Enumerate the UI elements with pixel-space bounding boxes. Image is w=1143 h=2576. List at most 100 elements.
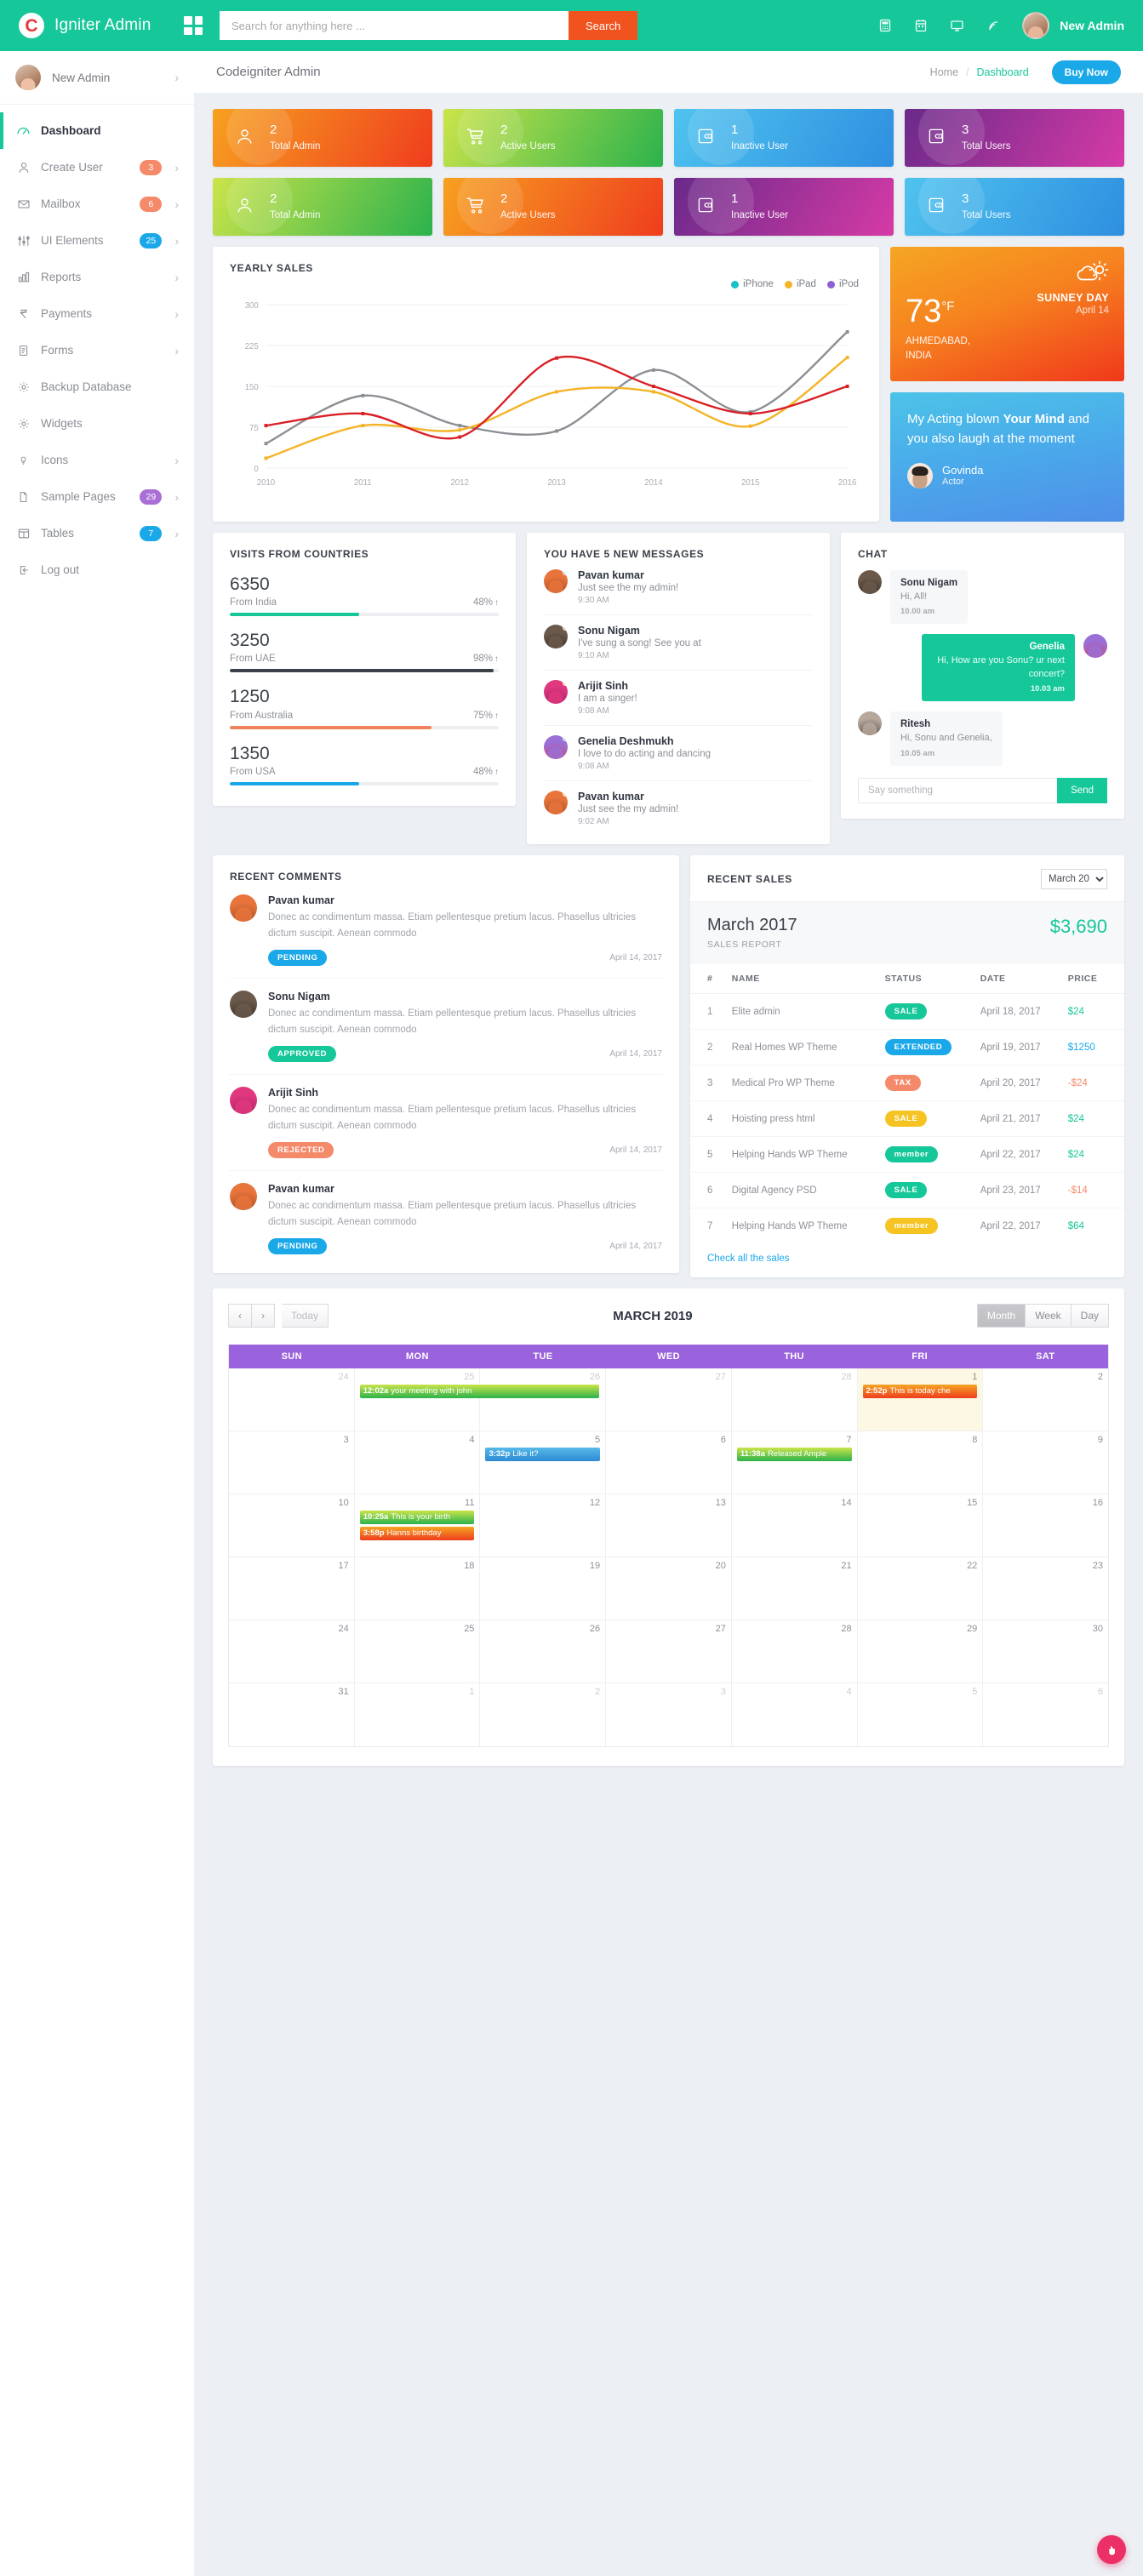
calendar-day-cell[interactable]: 20	[606, 1557, 732, 1619]
calendar-day-cell[interactable]: 18	[355, 1557, 481, 1619]
calendar-day-cell[interactable]: 7 11:38a Released Ample	[732, 1431, 858, 1494]
sidebar-item-mailbox[interactable]: Mailbox 6 ›	[0, 186, 194, 222]
stat-card[interactable]: 2 Total Admin	[213, 109, 432, 167]
calendar-day-cell[interactable]: 6	[606, 1431, 732, 1494]
calendar-day-cell[interactable]: 9	[983, 1431, 1108, 1494]
calendar-day-cell[interactable]: 4	[732, 1683, 858, 1746]
status-badge[interactable]: member	[884, 1146, 939, 1162]
calendar-day-cell[interactable]: 17	[229, 1557, 355, 1619]
calendar-day-cell[interactable]: 1 2:52p This is today che	[857, 1368, 984, 1431]
calendar-day-cell[interactable]: 8	[858, 1431, 984, 1494]
calendar-next-button[interactable]: ›	[252, 1304, 275, 1328]
calendar-day-cell[interactable]: 24	[229, 1620, 355, 1682]
calendar-day-cell[interactable]: 5 3:32p Like it?	[480, 1431, 607, 1494]
sidebar-profile[interactable]: New Admin ›	[0, 51, 194, 105]
sidebar-item-sample-pages[interactable]: Sample Pages 29 ›	[0, 478, 194, 515]
status-badge[interactable]: PENDING	[268, 949, 328, 966]
hand-icon[interactable]	[1097, 2535, 1126, 2564]
stat-card[interactable]: 1 Inactive User	[674, 109, 894, 167]
calendar-day-cell[interactable]: 22	[858, 1557, 984, 1619]
status-badge[interactable]: SALE	[884, 1111, 928, 1127]
calendar-day-cell[interactable]: 16	[983, 1494, 1108, 1556]
calendar-day-cell[interactable]: 5	[858, 1683, 984, 1746]
table-row[interactable]: 2 Real Homes WP Theme EXTENDED April 19, 20…	[690, 1029, 1124, 1065]
legend-item[interactable]: iPod	[826, 279, 859, 289]
sidebar-item-forms[interactable]: Forms ›	[0, 332, 194, 368]
calendar-day-cell[interactable]: 14	[732, 1494, 858, 1556]
message-item[interactable]: Arijit Sinh I am a singer! 9:08 AM	[544, 671, 813, 726]
sidebar-item-payments[interactable]: Payments ›	[0, 295, 194, 332]
calculator-icon[interactable]	[878, 19, 892, 32]
message-item[interactable]: Genelia Deshmukh I love to do acting and …	[544, 726, 813, 781]
table-row[interactable]: 6 Digital Agency PSD SALE April 23, 2017 -$1…	[690, 1172, 1124, 1208]
calendar-day-cell[interactable]: 13	[606, 1494, 732, 1556]
brand[interactable]: C Igniter Admin	[19, 13, 172, 38]
user-menu[interactable]: New Admin	[1022, 12, 1124, 39]
calendar-day-cell[interactable]: 23	[983, 1557, 1108, 1619]
message-item[interactable]: Sonu Nigam I've sung a song! See you at 9:…	[544, 615, 813, 671]
table-row[interactable]: 4 Hoisting press html SALE April 21, 2017 $2…	[690, 1100, 1124, 1137]
message-item[interactable]: Pavan kumar Just see the my admin! 9:02 AM	[544, 781, 813, 836]
status-badge[interactable]: member	[884, 1218, 939, 1234]
calendar-prev-button[interactable]: ‹	[228, 1304, 252, 1328]
search-button[interactable]: Search	[569, 11, 638, 40]
calendar-day-cell[interactable]: 30	[983, 1620, 1108, 1682]
stat-card[interactable]: 3 Total Users	[905, 109, 1124, 167]
status-badge[interactable]: TAX	[884, 1075, 921, 1091]
calendar-day-cell[interactable]: 21	[732, 1557, 858, 1619]
buy-now-button[interactable]: Buy Now	[1051, 60, 1121, 84]
sidebar-item-backup-database[interactable]: Backup Database	[0, 368, 194, 405]
calendar-day-cell[interactable]: 27	[606, 1620, 732, 1682]
calendar-today-button[interactable]: Today	[282, 1304, 329, 1328]
calendar-day-cell[interactable]: 1	[355, 1683, 481, 1746]
calendar-day-cell[interactable]: 2	[983, 1368, 1108, 1431]
table-row[interactable]: 3 Medical Pro WP Theme TAX April 20, 2017 -$…	[690, 1065, 1124, 1101]
grid-menu-icon[interactable]	[184, 16, 203, 35]
calendar-day-cell[interactable]: 25 12:02a your meeting with john	[355, 1368, 600, 1431]
calendar-day-cell[interactable]: 25	[355, 1620, 481, 1682]
stat-card[interactable]: 3 Total Users	[905, 178, 1124, 236]
table-row[interactable]: 1 Elite admin SALE April 18, 2017 $24	[690, 993, 1124, 1030]
status-badge[interactable]: SALE	[884, 1182, 928, 1198]
legend-item[interactable]: iPad	[784, 279, 816, 289]
sidebar-item-widgets[interactable]: Widgets	[0, 405, 194, 442]
calendar-view-week[interactable]: Week	[1026, 1304, 1072, 1328]
calendar-day-cell[interactable]: 3	[606, 1683, 732, 1746]
status-badge[interactable]: PENDING	[268, 1237, 328, 1254]
search-input[interactable]	[220, 11, 569, 40]
calendar-event[interactable]: 3:58p Hanns birthday	[359, 1527, 475, 1540]
calendar-day-cell[interactable]: 24	[229, 1368, 355, 1431]
chat-input[interactable]	[858, 777, 1058, 803]
sidebar-item-icons[interactable]: Icons ›	[0, 442, 194, 478]
calendar-day-cell[interactable]: 27	[606, 1368, 732, 1431]
sidebar-item-ui-elements[interactable]: UI Elements 25 ›	[0, 222, 194, 259]
stat-card[interactable]: 2 Active Users	[443, 178, 663, 236]
stat-card[interactable]: 1 Inactive User	[674, 178, 894, 236]
sidebar-item-create-user[interactable]: Create User 3 ›	[0, 149, 194, 186]
stat-card[interactable]: 2 Total Admin	[213, 178, 432, 236]
status-badge[interactable]: REJECTED	[268, 1141, 334, 1158]
sales-month-select[interactable]: March 2017	[1041, 869, 1107, 889]
message-item[interactable]: Pavan kumar Just see the my admin! 9:30 AM	[544, 560, 813, 615]
calendar-day-cell[interactable]: 15	[858, 1494, 984, 1556]
calendar-day-cell[interactable]: 11 10:25a This is your birth 3:58p Hanns bir…	[355, 1494, 481, 1556]
sidebar-item-log-out[interactable]: Log out	[0, 551, 194, 588]
status-badge[interactable]: SALE	[884, 1003, 928, 1020]
calendar-event[interactable]: 3:32p Like it?	[485, 1448, 601, 1461]
sidebar-item-reports[interactable]: Reports ›	[0, 259, 194, 295]
calendar-day-cell[interactable]: 2	[480, 1683, 607, 1746]
status-badge[interactable]: EXTENDED	[884, 1039, 952, 1055]
calendar-day-cell[interactable]: 31	[229, 1683, 355, 1746]
breadcrumb-current[interactable]: Dashboard	[977, 66, 1029, 78]
monitor-icon[interactable]	[950, 19, 964, 32]
calendar-day-cell[interactable]: 4	[355, 1431, 481, 1494]
table-row[interactable]: 5 Helping Hands WP Theme member April 22, 2…	[690, 1136, 1124, 1173]
calendar-day-cell[interactable]: 26	[480, 1620, 607, 1682]
calendar-icon[interactable]	[914, 19, 928, 32]
calendar-day-cell[interactable]: 10	[229, 1494, 355, 1556]
calendar-day-cell[interactable]: 28	[732, 1620, 858, 1682]
calendar-event[interactable]: 2:52p This is today che	[862, 1385, 978, 1398]
calendar-view-month[interactable]: Month	[976, 1304, 1026, 1328]
rss-icon[interactable]	[986, 19, 1000, 32]
calendar-day-cell[interactable]: 28	[732, 1368, 858, 1431]
